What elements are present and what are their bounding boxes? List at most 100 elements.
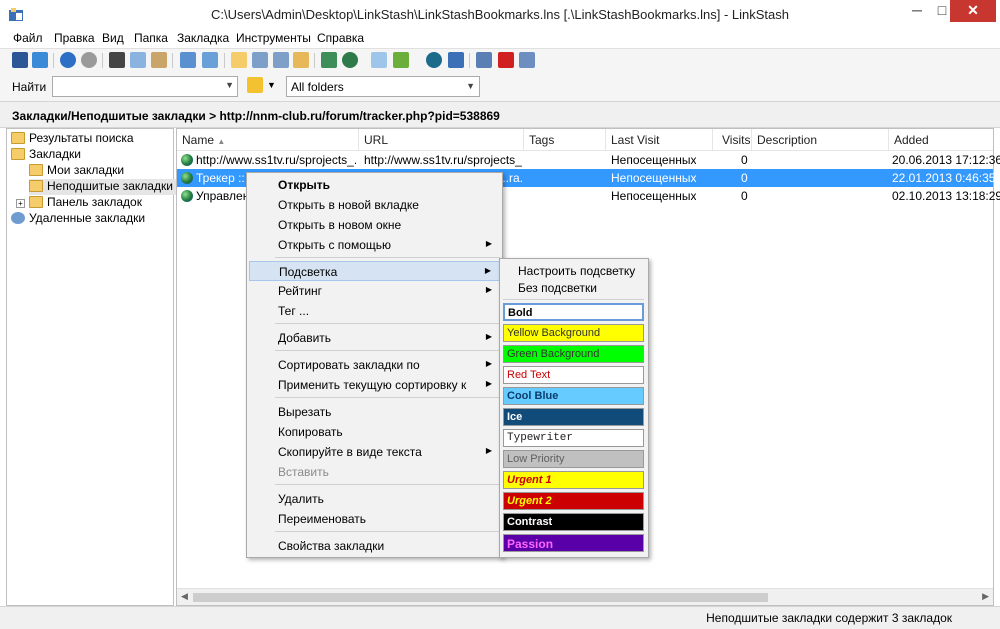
highlight-option-yellow-background[interactable]: Yellow Background bbox=[503, 324, 644, 342]
scroll-right-icon[interactable]: ▶ bbox=[982, 591, 989, 602]
scroll-left-icon[interactable]: ◀ bbox=[181, 591, 188, 602]
details-icon[interactable] bbox=[273, 52, 289, 68]
import-icon[interactable] bbox=[321, 52, 337, 68]
menu-item-add[interactable]: Добавить ▶ bbox=[249, 328, 500, 348]
menu-item-no-highlight[interactable]: Без подсветки bbox=[502, 279, 646, 297]
highlight-option-contrast[interactable]: Contrast bbox=[503, 513, 644, 531]
rename-icon[interactable] bbox=[476, 52, 492, 68]
add-bookmark-icon[interactable] bbox=[393, 52, 409, 68]
edit-icon[interactable] bbox=[519, 52, 535, 68]
menu-item-open-new-window[interactable]: Открыть в новом окне bbox=[249, 215, 500, 235]
menu-item-open-new-tab[interactable]: Открыть в новой вкладке bbox=[249, 195, 500, 215]
menu-item-apply-sort[interactable]: Применить текущую сортировку к ▶ bbox=[249, 375, 500, 395]
close-button[interactable]: ✕ bbox=[950, 0, 996, 22]
chevron-down-icon[interactable]: ▼ bbox=[225, 80, 234, 90]
copy-icon[interactable] bbox=[130, 52, 146, 68]
tree-item-unfiled-bookmarks[interactable]: Неподшитые закладки bbox=[29, 179, 177, 195]
save-icon[interactable] bbox=[12, 52, 28, 68]
tree-item-my-bookmarks[interactable]: Мои закладки bbox=[29, 163, 124, 179]
menu-item-highlight[interactable]: Подсветка ▶ bbox=[249, 261, 500, 281]
forward-icon[interactable] bbox=[81, 52, 97, 68]
column-name[interactable]: Name ▲ bbox=[182, 133, 225, 147]
column-divider[interactable] bbox=[712, 129, 713, 151]
highlight-option-bold[interactable]: Bold bbox=[503, 303, 644, 321]
new-folder-icon[interactable] bbox=[231, 52, 247, 68]
menu-item-open[interactable]: Открыть bbox=[249, 175, 500, 195]
column-divider[interactable] bbox=[605, 129, 606, 151]
menu-item-properties[interactable]: Свойства закладки bbox=[249, 536, 500, 556]
highlight-option-typewriter[interactable]: Typewriter bbox=[503, 429, 644, 447]
highlight-option-ice[interactable]: Ice bbox=[503, 408, 644, 426]
globe-icon bbox=[181, 154, 193, 166]
tree-item-bookmarks[interactable]: Закладки bbox=[11, 147, 81, 163]
column-divider[interactable] bbox=[523, 129, 524, 151]
back-icon[interactable] bbox=[60, 52, 76, 68]
highlight-option-low-priority[interactable]: Low Priority bbox=[503, 450, 644, 468]
submenu-arrow-icon: ▶ bbox=[485, 446, 492, 455]
horizontal-scrollbar[interactable]: ◀ ▶ bbox=[177, 588, 993, 605]
table-row[interactable]: http://www.ss1tv.ru/sprojects_... http:/… bbox=[177, 151, 1000, 169]
toolbar-separator bbox=[172, 53, 173, 68]
highlight-option-passion[interactable]: Passion bbox=[503, 534, 644, 552]
highlight-option-urgent-2[interactable]: Urgent 2 bbox=[503, 492, 644, 510]
menu-item-tag[interactable]: Тег ... bbox=[249, 301, 500, 321]
list-icon[interactable] bbox=[252, 52, 268, 68]
menu-view[interactable]: Вид bbox=[102, 31, 124, 45]
tag-icon[interactable] bbox=[371, 52, 387, 68]
toolbar bbox=[0, 48, 1000, 72]
highlight-option-urgent-1[interactable]: Urgent 1 bbox=[503, 471, 644, 489]
folder-tree: Результаты поиска Закладки Мои закладки … bbox=[6, 128, 177, 606]
highlight-option-red-text[interactable]: Red Text bbox=[503, 366, 644, 384]
menu-folder[interactable]: Папка bbox=[134, 31, 168, 45]
search-options-icon[interactable] bbox=[247, 77, 263, 93]
menu-item-cut[interactable]: Вырезать bbox=[249, 402, 500, 422]
row-added: 02.10.2013 13:18:29 bbox=[892, 189, 1000, 203]
highlight-option-green-background[interactable]: Green Background bbox=[503, 345, 644, 363]
row-url: http://www.ss1tv.ru/sprojects_... bbox=[364, 153, 522, 167]
menu-item-rename[interactable]: Переименовать bbox=[249, 509, 500, 529]
column-divider[interactable] bbox=[358, 129, 359, 151]
menu-item-sort-by[interactable]: Сортировать закладки по ▶ bbox=[249, 355, 500, 375]
column-added[interactable]: Added bbox=[894, 133, 929, 147]
menu-item-delete[interactable]: Удалить bbox=[249, 489, 500, 509]
expand-icon[interactable]: + bbox=[16, 199, 25, 208]
menu-item-open-with[interactable]: Открыть с помощью ▶ bbox=[249, 235, 500, 255]
web-icon[interactable] bbox=[342, 52, 358, 68]
column-last-visit[interactable]: Last Visit bbox=[611, 133, 659, 147]
column-visits[interactable]: Visits bbox=[722, 133, 750, 147]
menu-item-configure-highlight[interactable]: Настроить подсветку bbox=[502, 262, 646, 280]
menu-item-copy-as-text[interactable]: Скопируйте в виде текста ▶ bbox=[249, 442, 500, 462]
folder-view-icon[interactable] bbox=[293, 52, 309, 68]
row-added: 22.01.2013 0:46:35 bbox=[892, 171, 996, 185]
menu-edit[interactable]: Правка bbox=[54, 31, 95, 45]
menu-file[interactable]: Файл bbox=[13, 31, 43, 45]
find-icon[interactable] bbox=[180, 52, 196, 68]
tree-item-search-results[interactable]: Результаты поиска bbox=[11, 131, 134, 147]
menu-help[interactable]: Справка bbox=[317, 31, 364, 45]
globe-icon[interactable] bbox=[426, 52, 442, 68]
check-links-icon[interactable] bbox=[448, 52, 464, 68]
row-last-visit: Непосещенных bbox=[611, 171, 697, 185]
tree-item-bookmarks-bar[interactable]: Панель закладок bbox=[29, 195, 142, 211]
menu-item-copy[interactable]: Копировать bbox=[249, 422, 500, 442]
paste-icon[interactable] bbox=[151, 52, 167, 68]
chevron-down-icon[interactable]: ▼ bbox=[267, 80, 276, 90]
column-divider[interactable] bbox=[751, 129, 752, 151]
column-description[interactable]: Description bbox=[757, 133, 817, 147]
search-input[interactable]: ▼ bbox=[52, 76, 238, 97]
goto-icon[interactable] bbox=[202, 52, 218, 68]
tree-item-deleted-bookmarks[interactable]: Удаленные закладки bbox=[11, 211, 145, 227]
menu-item-rating[interactable]: Рейтинг ▶ bbox=[249, 281, 500, 301]
column-divider[interactable] bbox=[888, 129, 889, 151]
column-tags[interactable]: Tags bbox=[529, 133, 554, 147]
menu-bookmark[interactable]: Закладка bbox=[177, 31, 229, 45]
column-url[interactable]: URL bbox=[364, 133, 388, 147]
cut-icon[interactable] bbox=[109, 52, 125, 68]
scrollbar-thumb[interactable] bbox=[193, 593, 768, 602]
folder-icon bbox=[29, 196, 43, 208]
folder-select[interactable]: All folders ▼ bbox=[286, 76, 480, 97]
highlight-option-cool-blue[interactable]: Cool Blue bbox=[503, 387, 644, 405]
properties-icon[interactable] bbox=[32, 52, 48, 68]
menu-tools[interactable]: Инструменты bbox=[236, 31, 311, 45]
delete-icon[interactable] bbox=[498, 52, 514, 68]
